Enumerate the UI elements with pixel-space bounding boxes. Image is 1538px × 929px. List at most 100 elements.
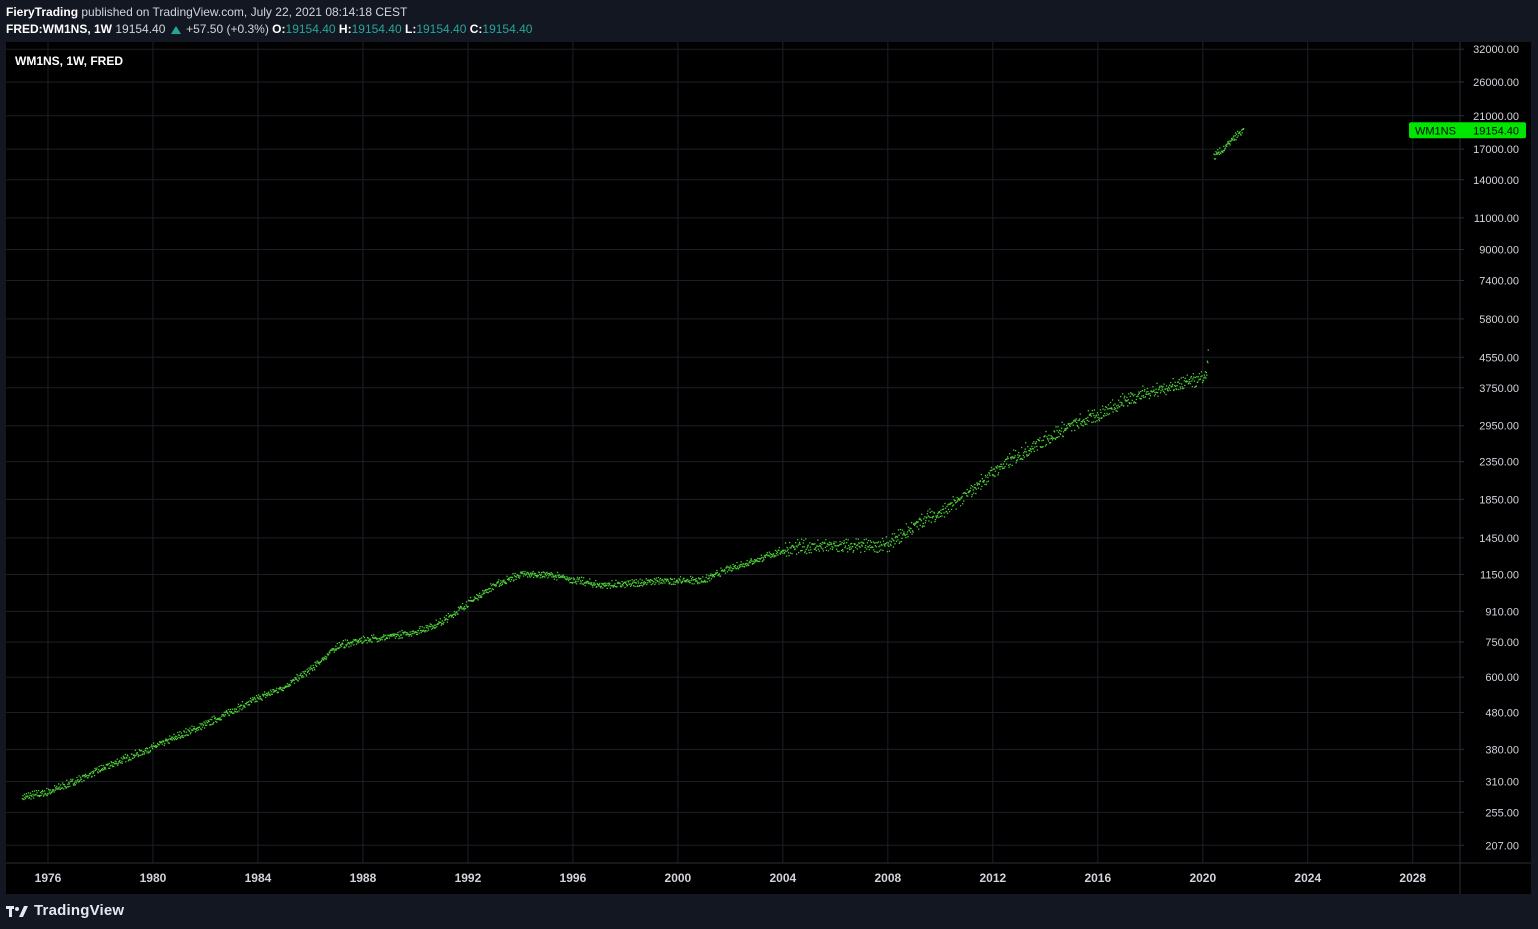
chart-svg[interactable]: 32000.00 26000.00 21000.00 17000.00 14000.00… xyxy=(6,42,1531,894)
data-point xyxy=(1188,379,1190,381)
data-point xyxy=(360,637,363,639)
data-point xyxy=(660,582,662,584)
data-point xyxy=(916,526,918,528)
data-point xyxy=(529,575,531,577)
chart-area[interactable]: 32000.00 26000.00 21000.00 17000.00 14000.00… xyxy=(6,42,1531,894)
data-point xyxy=(532,573,534,575)
data-point xyxy=(453,611,456,613)
data-point xyxy=(556,579,558,581)
data-point xyxy=(67,783,69,785)
data-point xyxy=(1119,401,1121,403)
data-point xyxy=(339,646,341,648)
data-point xyxy=(911,533,913,535)
data-point xyxy=(1026,454,1028,456)
data-point xyxy=(1028,453,1030,455)
y-tick-label: 255.00 xyxy=(1485,807,1519,819)
data-point xyxy=(402,633,405,635)
data-point xyxy=(1134,394,1136,396)
data-point xyxy=(521,572,524,574)
data-point xyxy=(1218,153,1220,156)
x-tick-label: 1980 xyxy=(140,871,167,885)
data-point xyxy=(849,548,851,551)
data-point xyxy=(1112,411,1114,413)
data-point xyxy=(416,631,418,634)
data-point xyxy=(440,624,442,626)
data-point xyxy=(1135,398,1137,401)
data-point xyxy=(562,574,565,576)
data-point xyxy=(1152,390,1155,392)
data-point xyxy=(620,584,622,586)
series-plot[interactable] xyxy=(21,128,1245,801)
data-point xyxy=(636,582,638,584)
data-point xyxy=(501,583,503,585)
price-axis[interactable]: 32000.00 26000.00 21000.00 17000.00 14000.00… xyxy=(1460,44,1519,852)
data-point xyxy=(1159,392,1162,394)
data-point xyxy=(807,544,809,546)
data-point xyxy=(371,634,373,637)
data-point xyxy=(802,546,804,548)
data-point xyxy=(1030,451,1032,453)
data-point xyxy=(902,534,904,536)
data-point xyxy=(258,698,260,700)
data-point xyxy=(911,530,914,532)
price-tag-value: 19154.40 xyxy=(1473,125,1519,137)
data-point xyxy=(1023,456,1025,458)
data-point xyxy=(323,659,325,661)
data-point xyxy=(917,521,919,523)
y-tick-label: 21000.00 xyxy=(1473,111,1519,123)
data-point xyxy=(869,540,871,542)
data-point xyxy=(1084,423,1086,425)
data-point xyxy=(901,529,904,531)
time-axis[interactable]: 1976 1980 1984 1988 1992 1996 2000 2004 2008 2012… xyxy=(35,871,1427,885)
data-point xyxy=(1240,134,1242,136)
data-point xyxy=(888,550,891,552)
data-point xyxy=(749,561,751,564)
data-point xyxy=(1144,396,1147,398)
publisher-name[interactable]: FieryTrading xyxy=(6,5,78,19)
data-point xyxy=(1105,414,1107,416)
data-point xyxy=(843,540,845,542)
data-point xyxy=(1234,138,1236,140)
data-point xyxy=(881,544,883,546)
data-point xyxy=(1071,430,1073,432)
data-point xyxy=(1234,132,1237,134)
data-point xyxy=(761,556,763,559)
tradingview-logo[interactable]: TradingView xyxy=(6,902,124,919)
data-point xyxy=(340,645,342,647)
data-point xyxy=(665,580,668,582)
data-point xyxy=(933,512,936,514)
x-tick-label: 1988 xyxy=(350,871,377,885)
data-point xyxy=(1232,139,1234,141)
data-point xyxy=(931,510,933,513)
data-point xyxy=(286,683,288,685)
y-tick-label: 2950.00 xyxy=(1479,421,1519,433)
data-point xyxy=(533,576,535,579)
data-point xyxy=(726,571,729,573)
data-point xyxy=(148,747,151,749)
data-point xyxy=(854,543,856,545)
symbol-label[interactable]: FRED:WM1NS, 1W xyxy=(6,22,112,36)
data-point xyxy=(987,480,990,482)
data-point xyxy=(259,695,261,698)
data-point xyxy=(1004,466,1006,468)
data-point xyxy=(109,767,111,769)
data-point xyxy=(624,582,627,584)
data-point xyxy=(514,572,516,575)
data-point xyxy=(1017,454,1019,456)
data-point xyxy=(753,562,755,565)
data-point xyxy=(860,551,862,553)
data-point xyxy=(359,638,361,640)
data-point xyxy=(141,753,144,755)
data-point xyxy=(747,563,749,565)
data-point xyxy=(691,583,693,585)
data-point xyxy=(1229,144,1231,146)
data-point xyxy=(784,542,787,544)
data-point xyxy=(221,715,223,717)
data-point xyxy=(641,582,643,584)
data-point xyxy=(1121,402,1123,404)
data-point xyxy=(734,564,737,567)
data-point xyxy=(640,584,642,586)
data-point xyxy=(515,578,517,580)
data-point xyxy=(819,543,821,545)
data-point xyxy=(926,516,928,518)
